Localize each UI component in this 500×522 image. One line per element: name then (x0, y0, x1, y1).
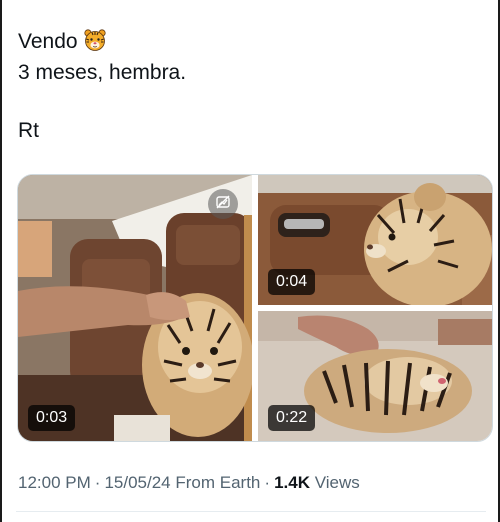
views-count[interactable]: 1.4K (274, 473, 310, 492)
tweet-metadata: 12:00 PM · 15/05/24 From Earth · 1.4K Views (18, 472, 360, 494)
window-left-edge (0, 0, 2, 522)
meta-separator: · (264, 473, 271, 492)
tweet-text-line-2: 3 meses, hembra. (18, 61, 187, 84)
tweet-text-line-1: Vendo (18, 28, 107, 59)
meta-separator: · (94, 473, 101, 492)
video-thumbnail-1[interactable]: 0:03 (18, 175, 252, 441)
video-duration-badge: 0:04 (268, 269, 316, 295)
views-label[interactable]: Views (315, 473, 360, 492)
media-hide-icon (215, 194, 231, 215)
tweet-text-vendo: Vendo (18, 30, 78, 53)
tiger-face-icon (83, 28, 107, 59)
media-grid: 0:03 0:04 0:22 (17, 174, 493, 442)
video-duration-badge: 0:22 (268, 405, 316, 431)
tweet-source: From Earth (175, 473, 261, 492)
divider (16, 511, 486, 512)
tweet-text-line-3: Rt (18, 119, 39, 142)
video-thumbnail-2[interactable]: 0:04 (258, 175, 492, 305)
video-duration-badge: 0:03 (28, 405, 76, 431)
tweet-time[interactable]: 12:00 PM (18, 473, 91, 492)
media-hide-button[interactable] (208, 189, 238, 219)
video-thumbnail-3[interactable]: 0:22 (258, 311, 492, 441)
tweet-date[interactable]: 15/05/24 (104, 473, 170, 492)
